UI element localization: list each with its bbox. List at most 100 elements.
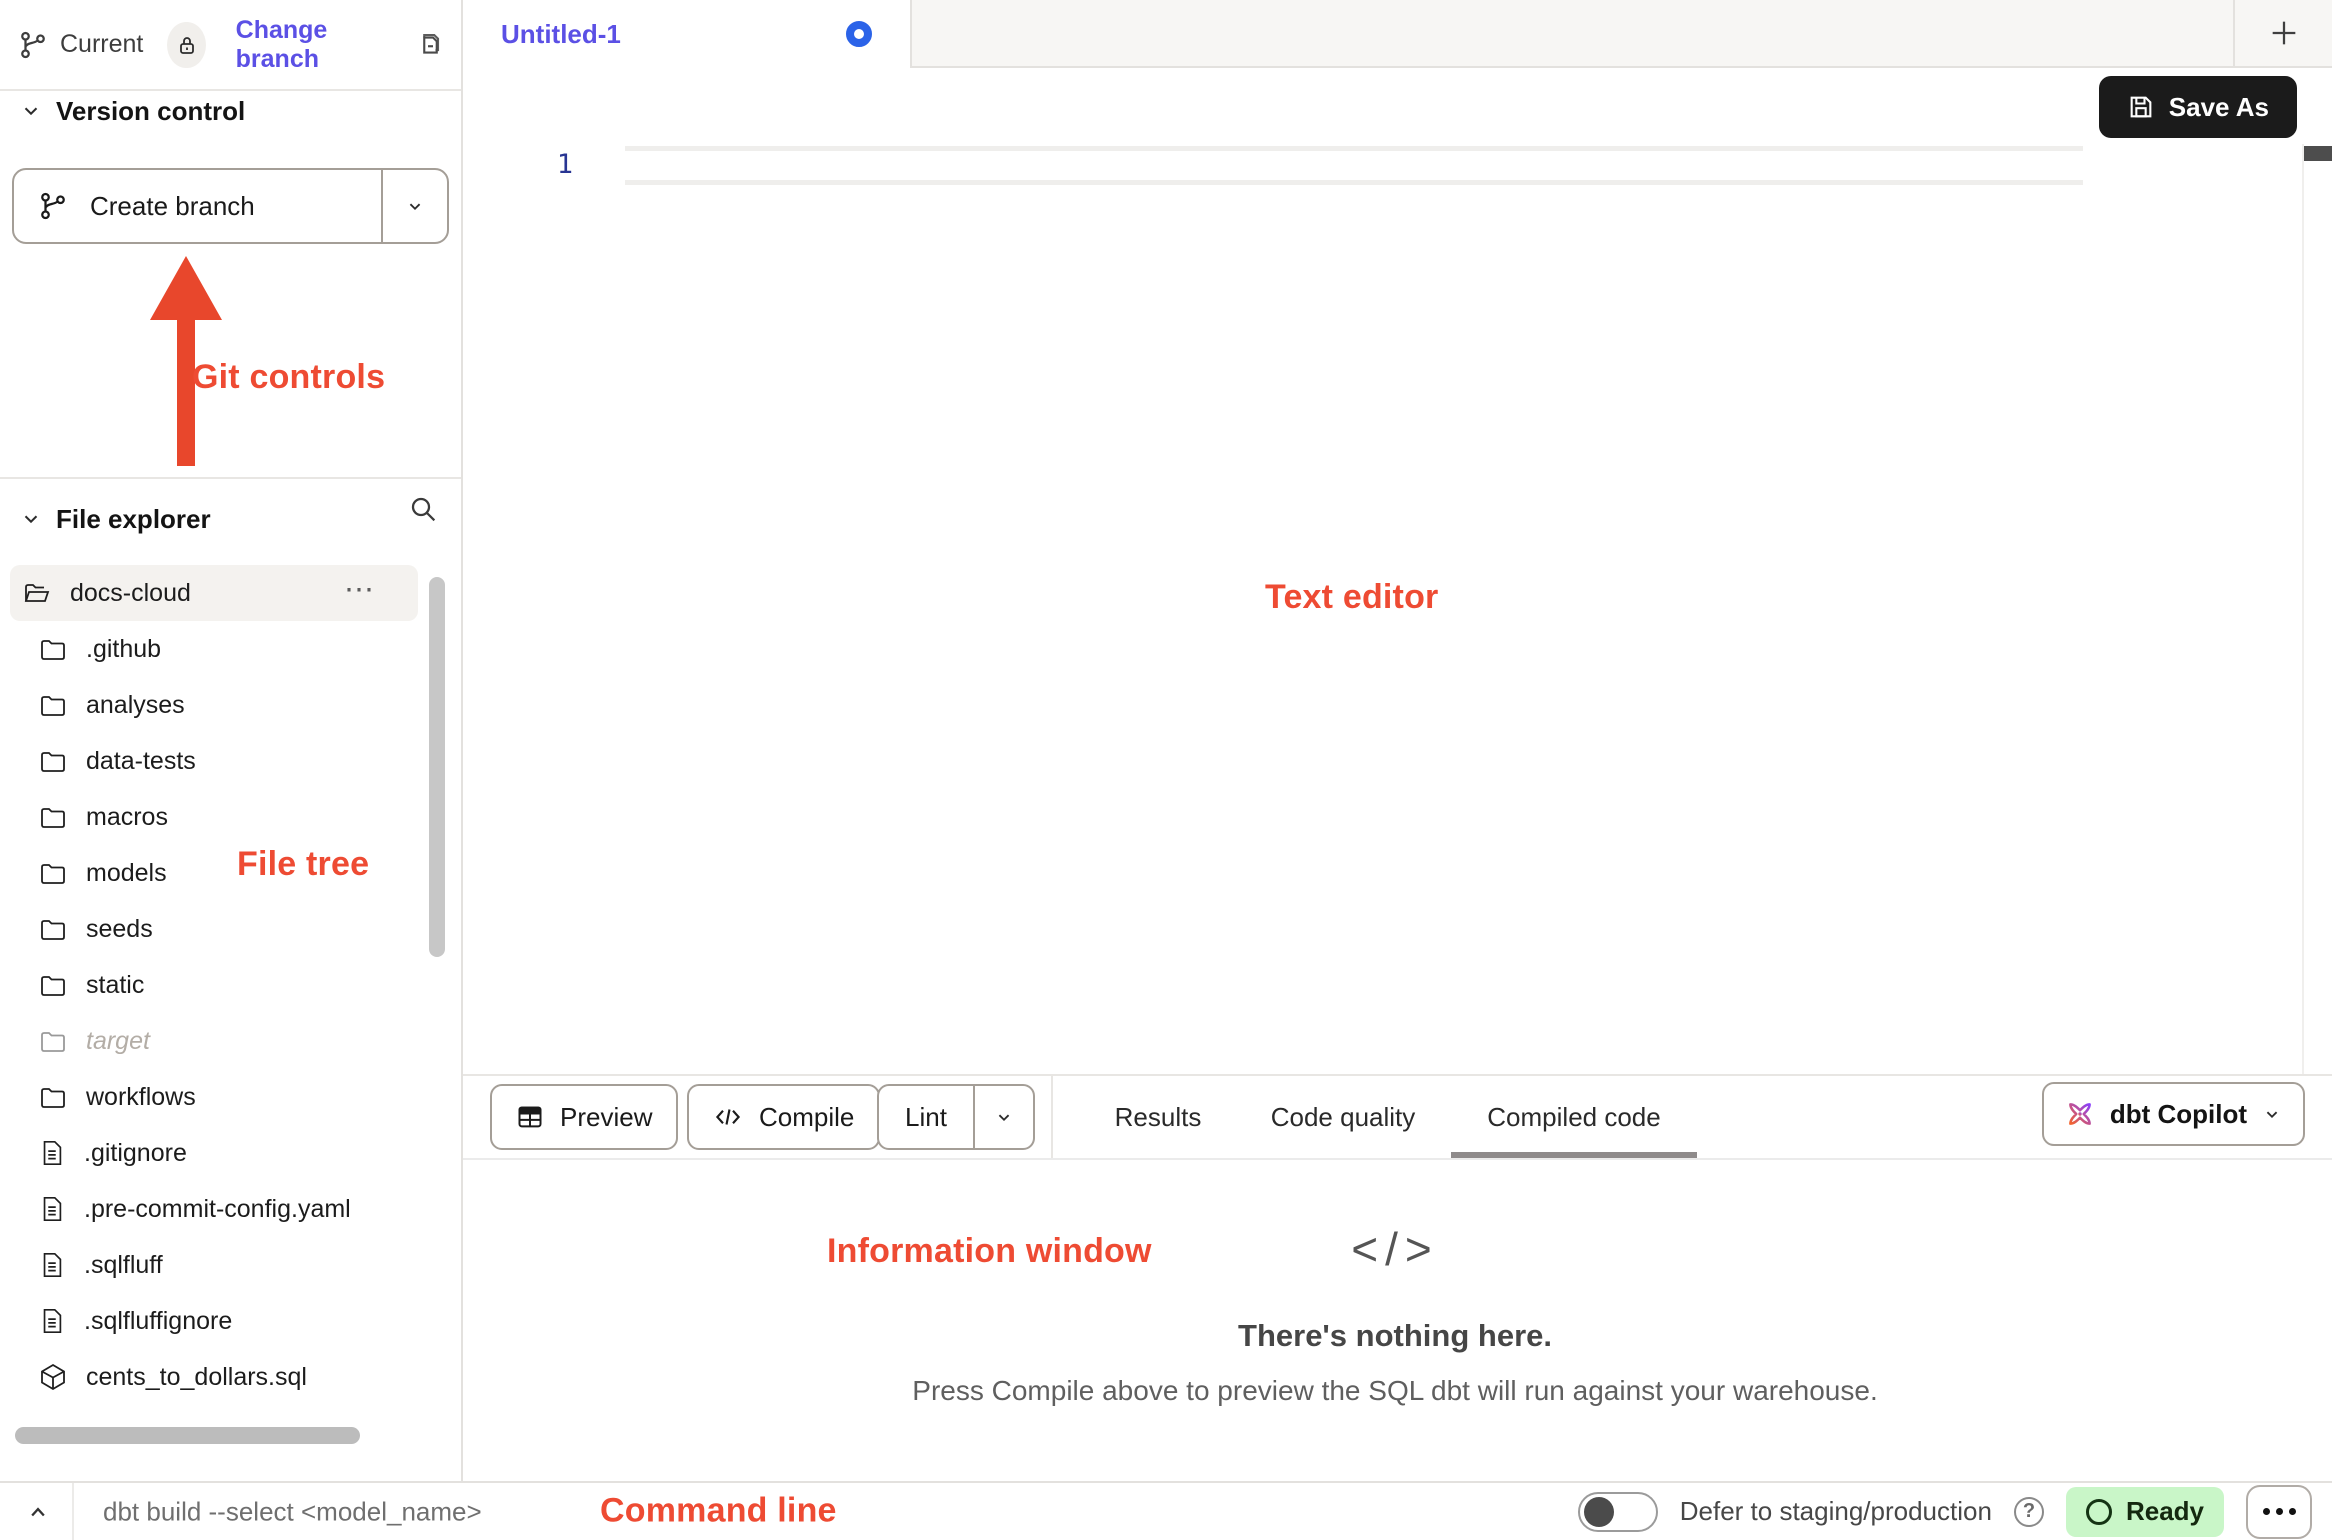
code-icon bbox=[713, 1102, 743, 1132]
current-branch-label: Current bbox=[60, 30, 143, 59]
file-tree-row-data-tests[interactable]: data-tests bbox=[0, 733, 461, 789]
command-bar: dbt build --select <model_name> Command … bbox=[0, 1481, 2332, 1540]
new-tab-button[interactable] bbox=[2233, 0, 2332, 66]
file-icon bbox=[38, 1251, 66, 1279]
text-editor[interactable]: 1 Text editor bbox=[463, 144, 2332, 1074]
active-line-bottom-rule bbox=[625, 180, 2083, 185]
file-name: docs-cloud bbox=[70, 579, 191, 608]
tab-results[interactable]: Results bbox=[1115, 1076, 1202, 1158]
compile-button[interactable]: Compile bbox=[687, 1084, 880, 1150]
file-tree-row--pre-commit-config-yaml[interactable]: .pre-commit-config.yaml bbox=[0, 1181, 461, 1237]
folder-icon bbox=[38, 690, 68, 720]
file-tree-row-docs-cloud[interactable]: docs-cloud ⋯ bbox=[10, 565, 418, 621]
file-name: .pre-commit-config.yaml bbox=[84, 1195, 351, 1224]
folder-icon bbox=[38, 1082, 68, 1112]
folder-icon bbox=[38, 802, 68, 832]
toggle-knob bbox=[1584, 1497, 1614, 1527]
search-icon[interactable] bbox=[407, 493, 439, 525]
sidebar-horizontal-scrollbar[interactable] bbox=[15, 1427, 360, 1444]
model-cube-icon bbox=[38, 1362, 68, 1392]
editor-action-bar: Save As bbox=[463, 68, 2332, 144]
file-name: .sqlfluffignore bbox=[84, 1307, 232, 1336]
folder-icon bbox=[38, 914, 68, 944]
code-glyph-icon: </> bbox=[1351, 1222, 1439, 1276]
empty-state-subtitle: Press Compile above to preview the SQL d… bbox=[912, 1375, 1877, 1407]
toolbar-separator bbox=[1051, 1076, 1053, 1158]
change-branch-link[interactable]: Change branch bbox=[236, 16, 387, 74]
save-icon bbox=[2127, 93, 2155, 121]
results-toolbar: Preview Compile Lint Results Code qualit… bbox=[463, 1074, 2332, 1160]
information-window: Information window </> There's nothing h… bbox=[463, 1160, 2332, 1481]
empty-state-title: There's nothing here. bbox=[1238, 1318, 1552, 1354]
editor-scrollbar-thumb[interactable] bbox=[2304, 146, 2332, 161]
annotation-file-tree: File tree bbox=[237, 845, 369, 884]
folder-icon bbox=[38, 634, 68, 664]
more-options-button[interactable] bbox=[2246, 1485, 2312, 1539]
file-name: .sqlfluff bbox=[84, 1251, 163, 1280]
file-name: workflows bbox=[86, 1083, 196, 1112]
file-name: seeds bbox=[86, 915, 153, 944]
annotation-text-editor: Text editor bbox=[1265, 578, 1438, 617]
status-badge-ready: Ready bbox=[2066, 1487, 2224, 1537]
editor-tab-strip: Untitled-1 bbox=[463, 0, 2332, 68]
file-tree-row-target[interactable]: target bbox=[0, 1013, 461, 1069]
file-explorer-header[interactable]: File explorer bbox=[0, 493, 461, 545]
lock-icon bbox=[175, 33, 199, 57]
sidebar-divider bbox=[0, 477, 461, 479]
folder-icon bbox=[38, 970, 68, 1000]
chevron-down-icon bbox=[20, 100, 42, 122]
row-kebab-menu-icon[interactable]: ⋯ bbox=[344, 573, 376, 608]
unsaved-changes-dot-icon bbox=[846, 21, 872, 47]
tab-code-quality[interactable]: Code quality bbox=[1271, 1076, 1416, 1158]
folder-icon bbox=[38, 1026, 68, 1056]
git-branch-icon bbox=[38, 191, 68, 221]
file-icon bbox=[38, 1195, 66, 1223]
preview-label: Preview bbox=[560, 1102, 652, 1133]
tab-untitled-1[interactable]: Untitled-1 bbox=[463, 0, 912, 68]
folder-open-icon bbox=[22, 578, 52, 608]
branch-locked-badge bbox=[167, 22, 205, 68]
version-control-header[interactable]: Version control bbox=[0, 86, 461, 136]
editor-scrollbar-track bbox=[2302, 144, 2304, 1074]
editor-gutter: 1 bbox=[463, 144, 625, 186]
table-icon bbox=[516, 1103, 544, 1131]
file-tree-row--github[interactable]: .github bbox=[0, 621, 461, 677]
chevron-up-icon[interactable] bbox=[24, 1498, 52, 1526]
file-tree-row-cents-to-dollars-sql[interactable]: cents_to_dollars.sql bbox=[0, 1349, 461, 1405]
create-branch-dropdown[interactable] bbox=[381, 170, 447, 242]
file-tree-row--sqlfluff[interactable]: .sqlfluff bbox=[0, 1237, 461, 1293]
file-tree-row--sqlfluffignore[interactable]: .sqlfluffignore bbox=[0, 1293, 461, 1349]
save-as-label: Save As bbox=[2169, 92, 2269, 123]
file-name: .github bbox=[86, 635, 161, 664]
lint-split-button[interactable]: Lint bbox=[877, 1084, 1035, 1150]
tab-compiled-code[interactable]: Compiled code bbox=[1487, 1076, 1660, 1158]
dbt-copilot-button[interactable]: dbt Copilot bbox=[2042, 1082, 2305, 1146]
file-tree-row-macros[interactable]: macros bbox=[0, 789, 461, 845]
help-icon[interactable]: ? bbox=[2014, 1497, 2044, 1527]
file-tree-row-models[interactable]: models bbox=[0, 845, 461, 901]
defer-toggle[interactable] bbox=[1578, 1492, 1658, 1532]
create-branch-button[interactable]: Create branch bbox=[12, 168, 449, 244]
file-tree-row-static[interactable]: static bbox=[0, 957, 461, 1013]
preview-button[interactable]: Preview bbox=[490, 1084, 678, 1150]
lint-button[interactable]: Lint bbox=[879, 1086, 973, 1148]
sidebar-vertical-scrollbar[interactable] bbox=[429, 577, 445, 957]
version-control-title: Version control bbox=[56, 96, 245, 127]
sidebar: Current Change branch Version control bbox=[0, 0, 463, 1483]
active-line-top-rule bbox=[463, 146, 2083, 151]
lint-dropdown[interactable] bbox=[973, 1086, 1033, 1148]
file-tree-row-workflows[interactable]: workflows bbox=[0, 1069, 461, 1125]
file-tree-row-analyses[interactable]: analyses bbox=[0, 677, 461, 733]
chevron-down-icon bbox=[2261, 1103, 2283, 1125]
folder-icon bbox=[38, 746, 68, 776]
save-as-button[interactable]: Save As bbox=[2099, 76, 2297, 138]
defer-label: Defer to staging/production bbox=[1680, 1496, 1992, 1527]
annotation-information-window: Information window bbox=[827, 1232, 1152, 1271]
create-branch-label: Create branch bbox=[90, 191, 255, 222]
file-tree-row--gitignore[interactable]: .gitignore bbox=[0, 1125, 461, 1181]
annotation-command-line: Command line bbox=[600, 1491, 837, 1530]
command-input[interactable]: dbt build --select <model_name> bbox=[103, 1496, 482, 1527]
copy-icon[interactable] bbox=[413, 30, 443, 60]
file-tree-row-seeds[interactable]: seeds bbox=[0, 901, 461, 957]
lint-label: Lint bbox=[905, 1102, 947, 1133]
